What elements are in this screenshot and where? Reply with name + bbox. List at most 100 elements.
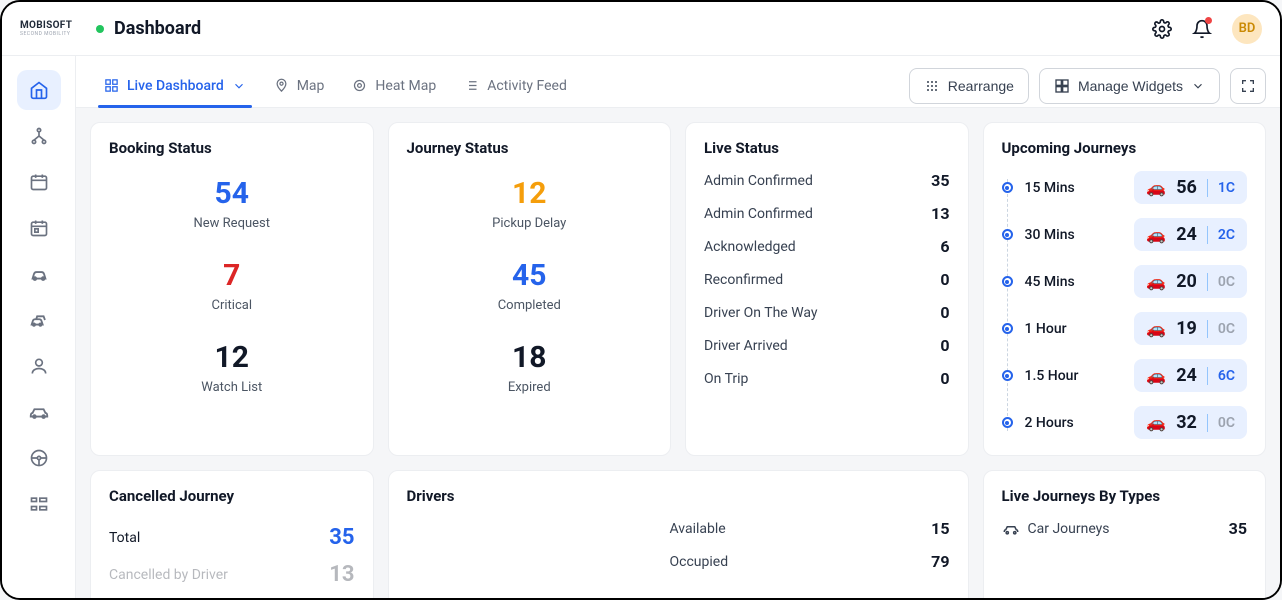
sidebar-item-user[interactable] xyxy=(17,346,61,386)
settings-button[interactable] xyxy=(1148,15,1176,43)
fullscreen-button[interactable] xyxy=(1230,68,1266,104)
pill-c: 6C xyxy=(1218,368,1235,384)
stat-completed[interactable]: 45 Completed xyxy=(498,259,561,313)
upcoming-pill: 🚗246C xyxy=(1134,359,1247,392)
upcoming-row[interactable]: 2 Hours 🚗320C xyxy=(1002,406,1248,439)
row-label: Car Journeys xyxy=(1028,521,1110,537)
status-dot-icon xyxy=(96,25,104,33)
maximize-icon xyxy=(1240,78,1256,94)
card-title: Upcoming Journeys xyxy=(1002,139,1248,157)
live-row[interactable]: Driver On The Way0 xyxy=(704,303,950,322)
upcoming-row[interactable]: 1 Hour 🚗190C xyxy=(1002,312,1248,345)
sidebar-item-calendar[interactable] xyxy=(17,162,61,202)
tab-map[interactable]: Map xyxy=(260,64,339,107)
stat-new-request[interactable]: 54 New Request xyxy=(194,177,270,231)
sidebar-item-car[interactable] xyxy=(17,254,61,294)
app-root: MOBISOFT SECOND MOBILITY Dashboard BD xyxy=(0,0,1282,600)
stat-expired[interactable]: 18 Expired xyxy=(508,341,551,395)
car-icon: 🚗 xyxy=(1146,178,1166,197)
tab-heat-map[interactable]: Heat Map xyxy=(338,64,450,107)
row-label: 1 Hour xyxy=(1025,321,1123,337)
row-value: 35 xyxy=(1229,519,1247,538)
stat-watch-list[interactable]: 12 Watch List xyxy=(201,341,262,395)
car-outline-icon xyxy=(28,401,50,423)
stat-critical[interactable]: 7 Critical xyxy=(212,259,252,313)
pill-c: 0C xyxy=(1218,321,1235,337)
rearrange-button[interactable]: Rearrange xyxy=(909,68,1029,104)
gear-icon xyxy=(1152,19,1172,39)
pill-c: 1C xyxy=(1218,180,1235,196)
stat-label: Expired xyxy=(508,380,551,395)
stat-pickup-delay[interactable]: 12 Pickup Delay xyxy=(492,177,566,231)
upcoming-row[interactable]: 30 Mins 🚗242C xyxy=(1002,218,1248,251)
list-icon xyxy=(464,78,479,93)
tab-label: Activity Feed xyxy=(487,78,567,94)
row-label: 30 Mins xyxy=(1025,227,1123,243)
cancelled-row[interactable]: Cancelled by Driver13 xyxy=(109,556,355,593)
pill-c: 2C xyxy=(1218,227,1235,243)
sidebar-item-wheel[interactable] xyxy=(17,438,61,478)
row-label: Admin Confirmed xyxy=(704,173,813,189)
row-label: Total xyxy=(109,530,140,546)
live-row[interactable]: On Trip0 xyxy=(704,369,950,388)
user-avatar[interactable]: BD xyxy=(1232,14,1262,44)
logo: MOBISOFT SECOND MOBILITY xyxy=(20,20,76,37)
card-journey-status: Journey Status 12 Pickup Delay 45 Comple… xyxy=(388,122,672,456)
row-value: 35 xyxy=(931,171,949,190)
grid-dots-icon xyxy=(924,78,940,94)
stat-label: New Request xyxy=(194,216,270,231)
sidebar-item-layout[interactable] xyxy=(17,484,61,524)
widgets-icon xyxy=(1054,78,1070,94)
row-value: 15 xyxy=(931,519,949,538)
row-label: 15 Mins xyxy=(1025,180,1123,196)
sidebar-item-vehicle[interactable] xyxy=(17,392,61,432)
upcoming-row[interactable]: 15 Mins 🚗561C xyxy=(1002,171,1248,204)
row-value: 0 xyxy=(940,369,949,388)
live-row[interactable]: Driver Arrived0 xyxy=(704,336,950,355)
car-icon: 🚗 xyxy=(1146,272,1166,291)
live-row[interactable]: Acknowledged6 xyxy=(704,237,950,256)
card-drivers: Drivers Available15 Occupied79 xyxy=(388,470,969,598)
bytype-row[interactable]: Car Journeys 35 xyxy=(1002,519,1248,538)
stat-value: 18 xyxy=(508,341,551,374)
sidebar-item-hierarchy[interactable] xyxy=(17,116,61,156)
card-title: Live Journeys By Types xyxy=(1002,487,1248,505)
manage-widgets-button[interactable]: Manage Widgets xyxy=(1039,68,1220,104)
chevron-down-icon xyxy=(1191,79,1205,93)
radio-icon xyxy=(1002,323,1013,334)
row-value: 35 xyxy=(329,525,354,550)
row-label: 1.5 Hour xyxy=(1025,368,1123,384)
upcoming-row[interactable]: 45 Mins 🚗200C xyxy=(1002,265,1248,298)
tab-live-dashboard[interactable]: Live Dashboard xyxy=(90,64,260,107)
body: Live Dashboard Map Heat Map Activity Fee… xyxy=(2,56,1280,598)
notifications-button[interactable] xyxy=(1188,15,1216,43)
sidebar-item-home[interactable] xyxy=(17,70,61,110)
row-label: Cancelled by Driver xyxy=(109,567,228,583)
button-label: Manage Widgets xyxy=(1078,78,1183,94)
tab-activity-feed[interactable]: Activity Feed xyxy=(450,64,581,107)
driver-row[interactable]: Available15 xyxy=(670,519,950,538)
driver-row[interactable]: Occupied79 xyxy=(670,552,950,571)
cancelled-row[interactable]: Total 35 xyxy=(109,519,355,556)
row-label: 45 Mins xyxy=(1025,274,1123,290)
content-grid: Booking Status 54 New Request 7 Critical… xyxy=(76,108,1280,598)
button-label: Rearrange xyxy=(948,78,1014,94)
tab-label: Live Dashboard xyxy=(127,78,224,94)
car-icon: 🚗 xyxy=(1146,225,1166,244)
upcoming-pill: 🚗242C xyxy=(1134,218,1247,251)
sidebar-item-cars[interactable] xyxy=(17,300,61,340)
row-value: 6 xyxy=(940,237,949,256)
card-booking-status: Booking Status 54 New Request 7 Critical… xyxy=(90,122,374,456)
sidebar-item-calendar-date[interactable] xyxy=(17,208,61,248)
row-label: 2 Hours xyxy=(1025,415,1123,431)
calendar-icon xyxy=(29,172,49,192)
upcoming-row[interactable]: 1.5 Hour 🚗246C xyxy=(1002,359,1248,392)
target-icon xyxy=(352,78,367,93)
logo-text: MOBISOFT xyxy=(20,20,72,31)
page-title: Dashboard xyxy=(114,18,201,39)
live-row[interactable]: Admin Confirmed13 xyxy=(704,204,950,223)
live-row[interactable]: Admin Confirmed 35 xyxy=(704,171,950,190)
radio-icon xyxy=(1002,417,1013,428)
stat-value: 12 xyxy=(201,341,262,374)
live-row[interactable]: Reconfirmed0 xyxy=(704,270,950,289)
